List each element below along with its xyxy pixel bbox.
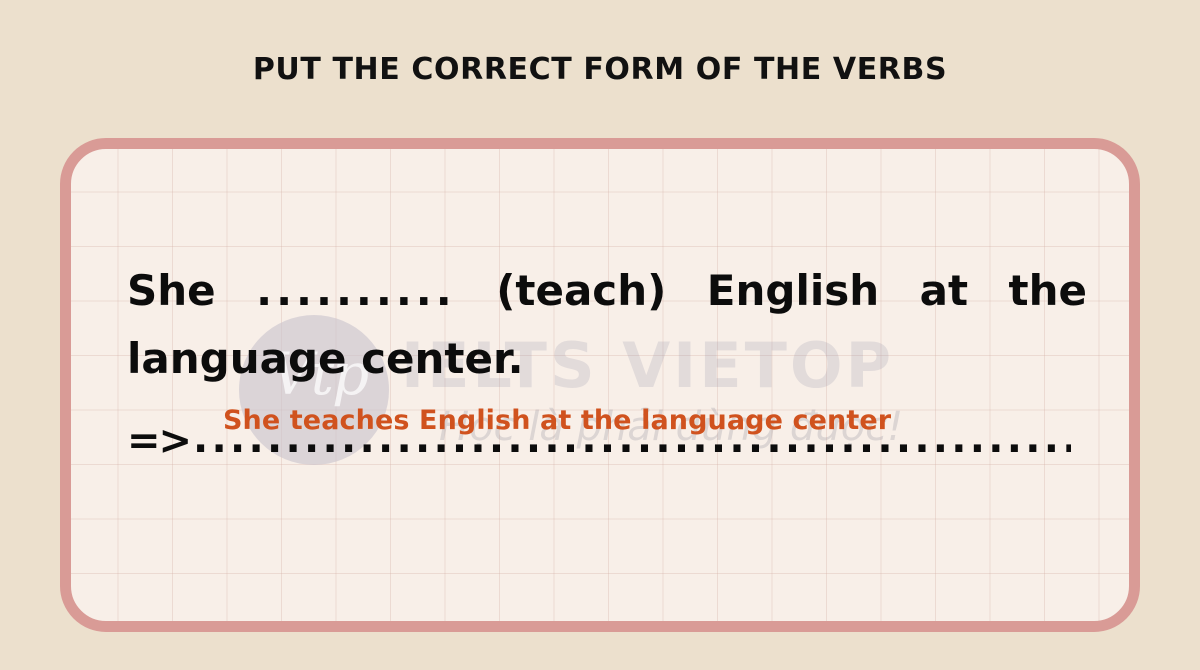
page-title: PUT THE CORRECT FORM OF THE VERBS (252, 52, 948, 87)
question-subject: She (127, 266, 216, 315)
arrow-icon: => (127, 418, 192, 465)
question-verb-cue: (teach) (496, 266, 667, 315)
question-blank[interactable]: .......... (256, 266, 456, 315)
answer-row: => .....................................… (127, 405, 1087, 471)
answer-text: She teaches English at the language cent… (223, 405, 892, 437)
exercise-content: She .......... (teach) English at the la… (127, 257, 1087, 471)
question-line: She .......... (teach) English at the la… (127, 257, 1087, 393)
exercise-card: Vtp IELTS VIETOP Học là phải dùng được! … (60, 138, 1140, 632)
